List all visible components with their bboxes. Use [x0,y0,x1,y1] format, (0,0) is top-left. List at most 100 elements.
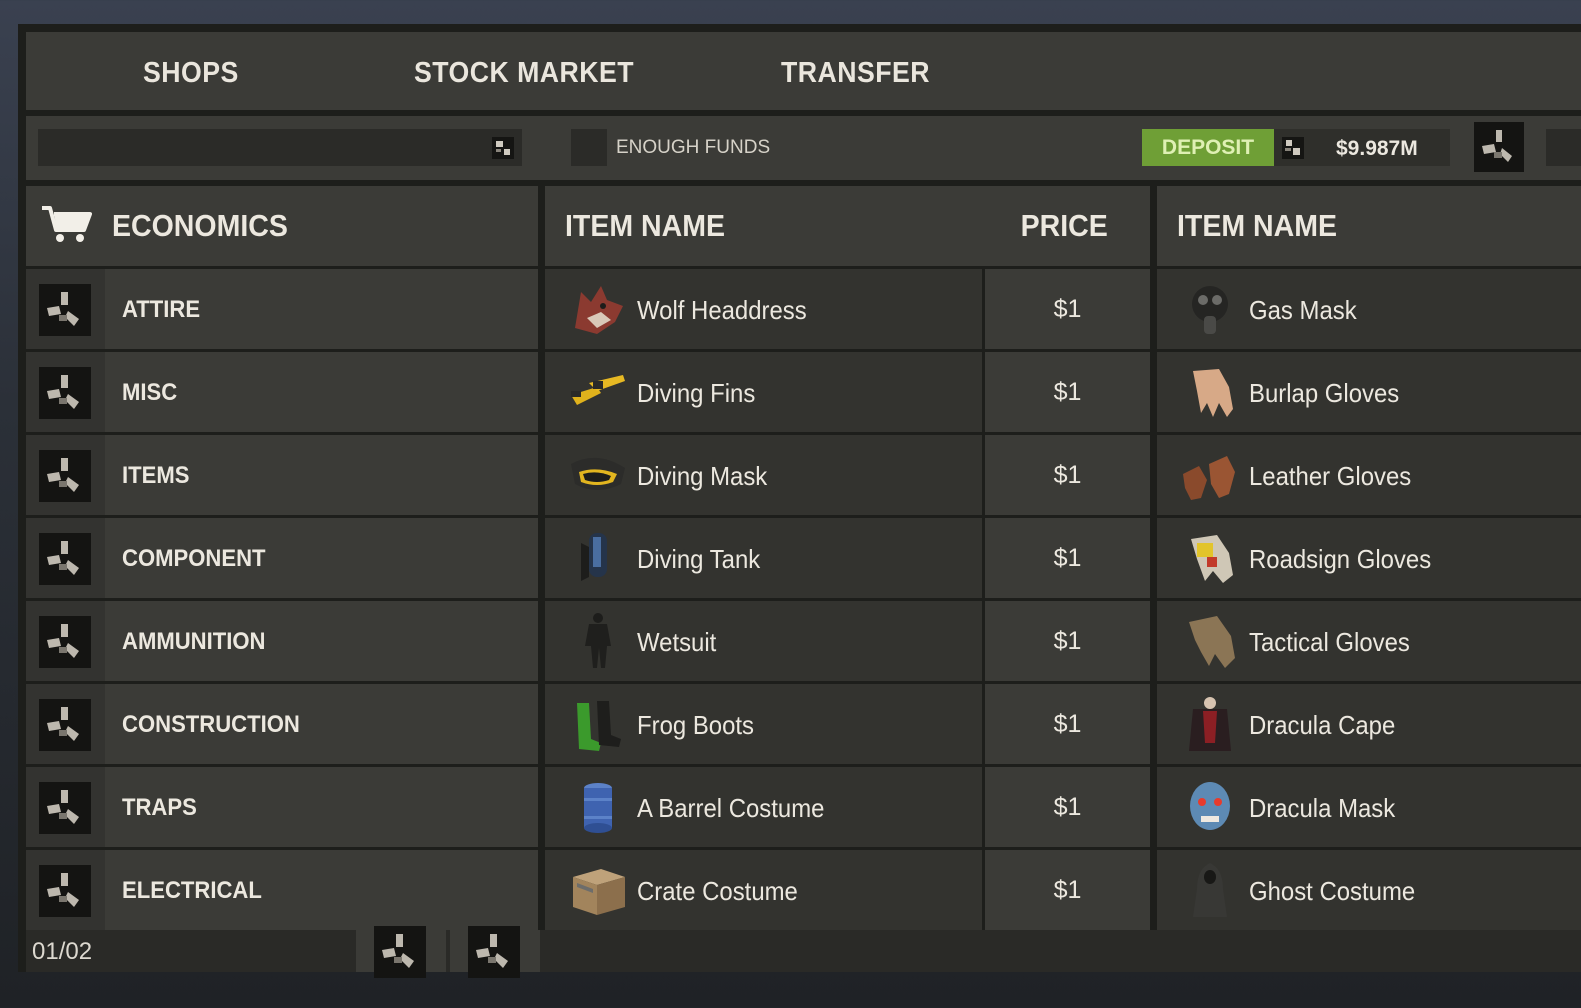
tab-stock-market[interactable]: STOCK MARKET [414,57,634,90]
left-item-list: Wolf Headdress $1 Diving Fins $1 Diving Mask… [545,269,1150,933]
diving-tank-icon [567,527,629,589]
burlap-gloves-icon [1179,361,1241,423]
category-icon-slot [26,352,105,432]
profile-icon[interactable] [1474,122,1524,172]
top-tabs: SHOPS STOCK MARKET TRANSFER [26,32,1581,110]
tab-transfer[interactable]: TRANSFER [781,57,930,90]
category-icon [39,533,91,585]
category-item[interactable]: AMMUNITION [26,601,538,681]
category-item[interactable]: MISC [26,352,538,432]
right-item-list: Gas Mask Burlap Gloves Leather Gloves Roads… [1157,269,1581,933]
item-name: Tactical Gloves [1249,627,1410,657]
category-item[interactable]: ATTIRE [26,269,538,349]
category-icon-slot [26,601,105,681]
category-item[interactable]: CONSTRUCTION [26,684,538,764]
table-row[interactable]: Ghost Costume [1157,850,1581,930]
category-label: TRAPS [122,794,197,821]
category-item[interactable]: ITEMS [26,435,538,515]
category-item[interactable]: COMPONENT [26,518,538,598]
prev-page-button[interactable] [356,926,446,978]
item-name: Frog Boots [637,710,754,740]
table-row[interactable]: A Barrel Costume $1 [545,767,1150,847]
prev-page-icon [374,926,426,978]
category-icon [39,616,91,668]
item-name-cell: Frog Boots [545,684,982,764]
item-price: $1 [985,435,1150,515]
right-table-header: ITEM NAME [1157,186,1581,266]
category-icon [39,367,91,419]
table-row[interactable]: Diving Tank $1 [545,518,1150,598]
category-icon-slot [26,435,105,515]
category-icon [39,284,91,336]
category-icon-slot [26,767,105,847]
item-name-cell: Tactical Gloves [1157,601,1581,681]
table-row[interactable]: Roadsign Gloves [1157,518,1581,598]
search-icon[interactable] [492,137,514,159]
item-name: Dracula Cape [1249,710,1396,740]
item-name: Gas Mask [1249,295,1357,325]
diving-fins-icon [567,361,629,423]
table-row[interactable]: Gas Mask [1157,269,1581,349]
category-label: COMPONENT [122,545,266,572]
item-name: Wolf Headdress [637,295,807,325]
category-icon-slot [26,518,105,598]
table-row[interactable]: Diving Fins $1 [545,352,1150,432]
balance-value: $9.987M [1336,137,1418,160]
category-icon-slot [26,269,105,349]
table-row[interactable]: Tactical Gloves [1157,601,1581,681]
table-row[interactable]: Diving Mask $1 [545,435,1150,515]
categories-header: ECONOMICS [26,186,538,266]
barrel-costume-icon [567,776,629,838]
category-list: ATTIRE MISC ITEMS COMPONENT AMMUNITION CONSTR… [26,269,538,933]
item-name-cell: Wetsuit [545,601,982,681]
category-item[interactable]: ELECTRICAL [26,850,538,930]
item-name-cell: Dracula Cape [1157,684,1581,764]
item-name-cell: Diving Fins [545,352,982,432]
item-price: $1 [985,352,1150,432]
item-price: $1 [985,269,1150,349]
item-name: Crate Costume [637,876,798,906]
item-price: $1 [985,684,1150,764]
item-name: Diving Fins [637,378,756,408]
column-header-item-name: ITEM NAME [565,208,726,243]
column-header-price: PRICE [1020,208,1108,243]
item-name-cell: Diving Mask [545,435,982,515]
toolbar-extra-button[interactable] [1546,129,1581,166]
item-name-cell: Roadsign Gloves [1157,518,1581,598]
item-name-cell: Wolf Headdress [545,269,982,349]
left-table-header: ITEM NAME PRICE [545,186,1150,266]
table-row[interactable]: Wolf Headdress $1 [545,269,1150,349]
next-page-icon [468,926,520,978]
item-name: Leather Gloves [1249,461,1412,491]
search-input[interactable] [38,129,522,166]
item-name-cell: Leather Gloves [1157,435,1581,515]
table-row[interactable]: Crate Costume $1 [545,850,1150,930]
next-page-button[interactable] [450,926,540,978]
toolbar: ENOUGH FUNDS DEPOSIT $9.987M [26,116,1581,180]
item-name-cell: Dracula Mask [1157,767,1581,847]
item-name-cell: Gas Mask [1157,269,1581,349]
table-row[interactable]: Frog Boots $1 [545,684,1150,764]
deposit-button[interactable]: DEPOSIT [1142,129,1274,166]
table-row[interactable]: Wetsuit $1 [545,601,1150,681]
table-row[interactable]: Burlap Gloves [1157,352,1581,432]
table-row[interactable]: Leather Gloves [1157,435,1581,515]
category-icon-slot [26,684,105,764]
pagination-bar: 01/02 [26,926,1581,978]
category-icon-slot [26,850,105,930]
category-item[interactable]: TRAPS [26,767,538,847]
tab-shops[interactable]: SHOPS [143,57,239,90]
enough-funds-checkbox[interactable] [571,129,607,166]
table-row[interactable]: Dracula Cape [1157,684,1581,764]
item-name: Wetsuit [637,627,717,657]
item-name-cell: Crate Costume [545,850,982,930]
table-row[interactable]: Dracula Mask [1157,767,1581,847]
item-name: A Barrel Costume [637,793,825,823]
categories-title: ECONOMICS [112,208,288,243]
shop-panel: SHOPS STOCK MARKET TRANSFER ENOUGH FUNDS… [18,24,1581,978]
enough-funds-label: ENOUGH FUNDS [616,137,771,158]
balance-display: $9.987M [1274,129,1450,166]
leather-gloves-icon [1179,444,1241,506]
category-label: AMMUNITION [122,628,266,655]
tactical-gloves-icon [1179,610,1241,672]
